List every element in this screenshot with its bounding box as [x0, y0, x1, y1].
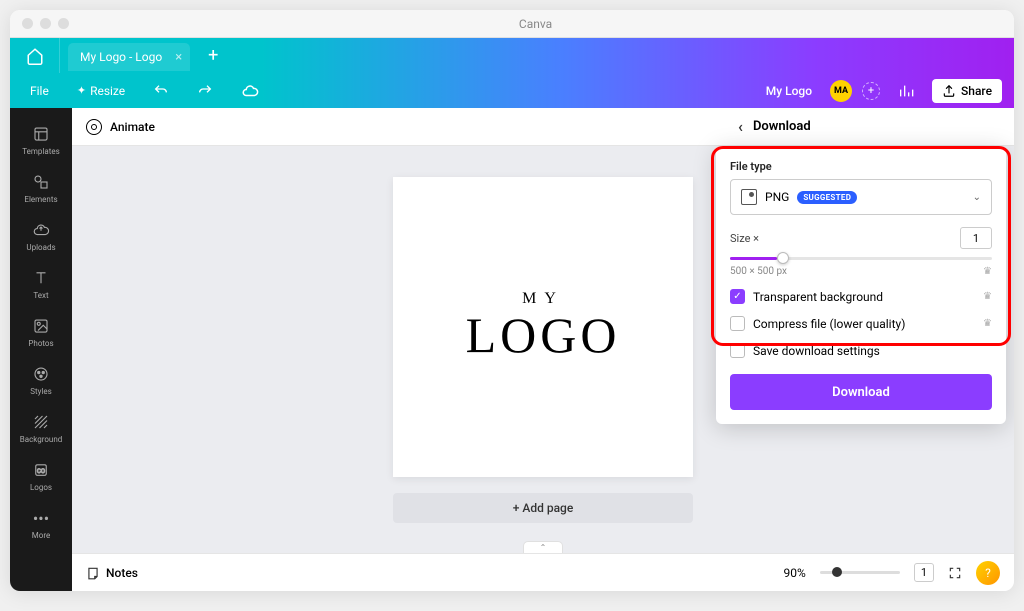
canvas-area: Animate MY LOGO + Add page ⌃ — [72, 108, 1014, 591]
save-settings-option[interactable]: Save download settings — [730, 343, 992, 358]
transparent-bg-option[interactable]: ✓ Transparent background ♛ — [730, 289, 992, 304]
crown-icon: ♛ — [983, 318, 992, 329]
chart-icon — [898, 83, 914, 99]
back-button[interactable]: ‹ — [738, 117, 743, 136]
checkbox-icon[interactable] — [730, 343, 745, 358]
crown-icon: ♛ — [983, 291, 992, 302]
page-count[interactable]: 1 — [914, 563, 934, 582]
download-panel-header: ‹ Download — [724, 108, 1014, 146]
file-menu[interactable]: File — [22, 80, 57, 102]
sidebar-item-photos[interactable]: Photos — [10, 308, 72, 356]
traffic-minimize[interactable] — [40, 18, 51, 29]
footer-expand-tab[interactable]: ⌃ — [523, 541, 563, 553]
filetype-label: File type — [730, 160, 992, 173]
user-avatar[interactable]: MA — [830, 80, 852, 102]
elements-icon — [31, 172, 51, 192]
close-tab-icon[interactable]: × — [175, 50, 182, 65]
insights-button[interactable] — [890, 79, 922, 103]
tab-strip: My Logo - Logo × + — [10, 38, 1014, 73]
cloud-icon — [241, 82, 259, 100]
redo-icon — [197, 83, 213, 99]
new-tab-button[interactable]: + — [198, 41, 228, 71]
bottom-bar: Notes 90% 1 ? — [72, 553, 1014, 591]
add-collaborator-button[interactable]: + — [862, 82, 880, 100]
photos-icon — [31, 316, 51, 336]
sidebar-item-uploads[interactable]: Uploads — [10, 212, 72, 260]
templates-icon — [31, 124, 51, 144]
crown-icon: ♛ — [983, 266, 992, 277]
sidebar-item-templates[interactable]: Templates — [10, 116, 72, 164]
left-sidebar: Templates Elements Uploads Text Photos S… — [10, 108, 72, 591]
styles-icon — [31, 364, 51, 384]
home-button[interactable] — [10, 38, 60, 73]
image-icon — [741, 189, 757, 205]
size-input[interactable] — [960, 227, 992, 249]
fullscreen-button[interactable] — [948, 566, 962, 580]
notes-button[interactable]: Notes — [86, 566, 138, 580]
design-page[interactable]: MY LOGO — [393, 177, 693, 477]
compress-option[interactable]: Compress file (lower quality) ♛ — [730, 316, 992, 331]
panel-title: Download — [753, 119, 811, 134]
sidebar-item-text[interactable]: Text — [10, 260, 72, 308]
download-button[interactable]: Download — [730, 374, 992, 410]
sidebar-item-logos[interactable]: CO Logos — [10, 452, 72, 500]
help-button[interactable]: ? — [976, 561, 1000, 585]
traffic-close[interactable] — [22, 18, 33, 29]
home-icon — [26, 47, 44, 65]
background-icon — [31, 412, 51, 432]
add-page-button[interactable]: + Add page — [393, 493, 693, 523]
share-button[interactable]: Share — [932, 79, 1002, 103]
sidebar-item-background[interactable]: Background — [10, 404, 72, 452]
window-title: Canva — [69, 17, 1002, 31]
uploads-icon — [31, 220, 51, 240]
fullscreen-icon — [948, 566, 962, 580]
size-slider[interactable] — [730, 257, 992, 260]
animate-button[interactable]: Animate — [86, 119, 155, 135]
text-icon — [31, 268, 51, 288]
checkbox-checked-icon[interactable]: ✓ — [730, 289, 745, 304]
document-tab[interactable]: My Logo - Logo × — [68, 43, 190, 71]
zoom-slider[interactable] — [820, 571, 900, 574]
notes-icon — [86, 566, 100, 580]
filetype-value: PNG — [765, 190, 789, 204]
dimensions-text: 500 × 500 px — [730, 266, 787, 277]
slider-thumb[interactable] — [777, 252, 789, 264]
zoom-thumb[interactable] — [832, 567, 842, 577]
upload-icon — [942, 84, 956, 98]
logo-title[interactable]: LOGO — [466, 306, 621, 364]
download-panel: File type PNG SUGGESTED ⌄ Size × 500 × 5… — [716, 146, 1006, 424]
undo-button[interactable] — [145, 79, 177, 103]
animate-icon — [86, 119, 102, 135]
sidebar-item-elements[interactable]: Elements — [10, 164, 72, 212]
sidebar-item-more[interactable]: ••• More — [10, 500, 72, 548]
filetype-select[interactable]: PNG SUGGESTED ⌄ — [730, 179, 992, 215]
size-label: Size × — [730, 232, 759, 245]
traffic-zoom[interactable] — [58, 18, 69, 29]
resize-icon: ✦ — [77, 84, 86, 97]
main-toolbar: File ✦ Resize My Logo MA + — [10, 73, 1014, 108]
suggested-badge: SUGGESTED — [797, 191, 857, 204]
logos-icon: CO — [31, 460, 51, 480]
tab-title: My Logo - Logo — [80, 50, 162, 64]
more-icon: ••• — [31, 508, 51, 528]
resize-button[interactable]: ✦ Resize — [69, 80, 133, 102]
window-titlebar: Canva — [10, 10, 1014, 38]
checkbox-icon[interactable] — [730, 316, 745, 331]
project-name[interactable]: My Logo — [758, 80, 820, 102]
sidebar-item-styles[interactable]: Styles — [10, 356, 72, 404]
chevron-down-icon: ⌄ — [973, 192, 981, 203]
svg-text:CO: CO — [37, 468, 45, 475]
redo-button[interactable] — [189, 79, 221, 103]
cloud-sync-button[interactable] — [233, 78, 267, 104]
undo-icon — [153, 83, 169, 99]
zoom-value: 90% — [784, 566, 806, 580]
